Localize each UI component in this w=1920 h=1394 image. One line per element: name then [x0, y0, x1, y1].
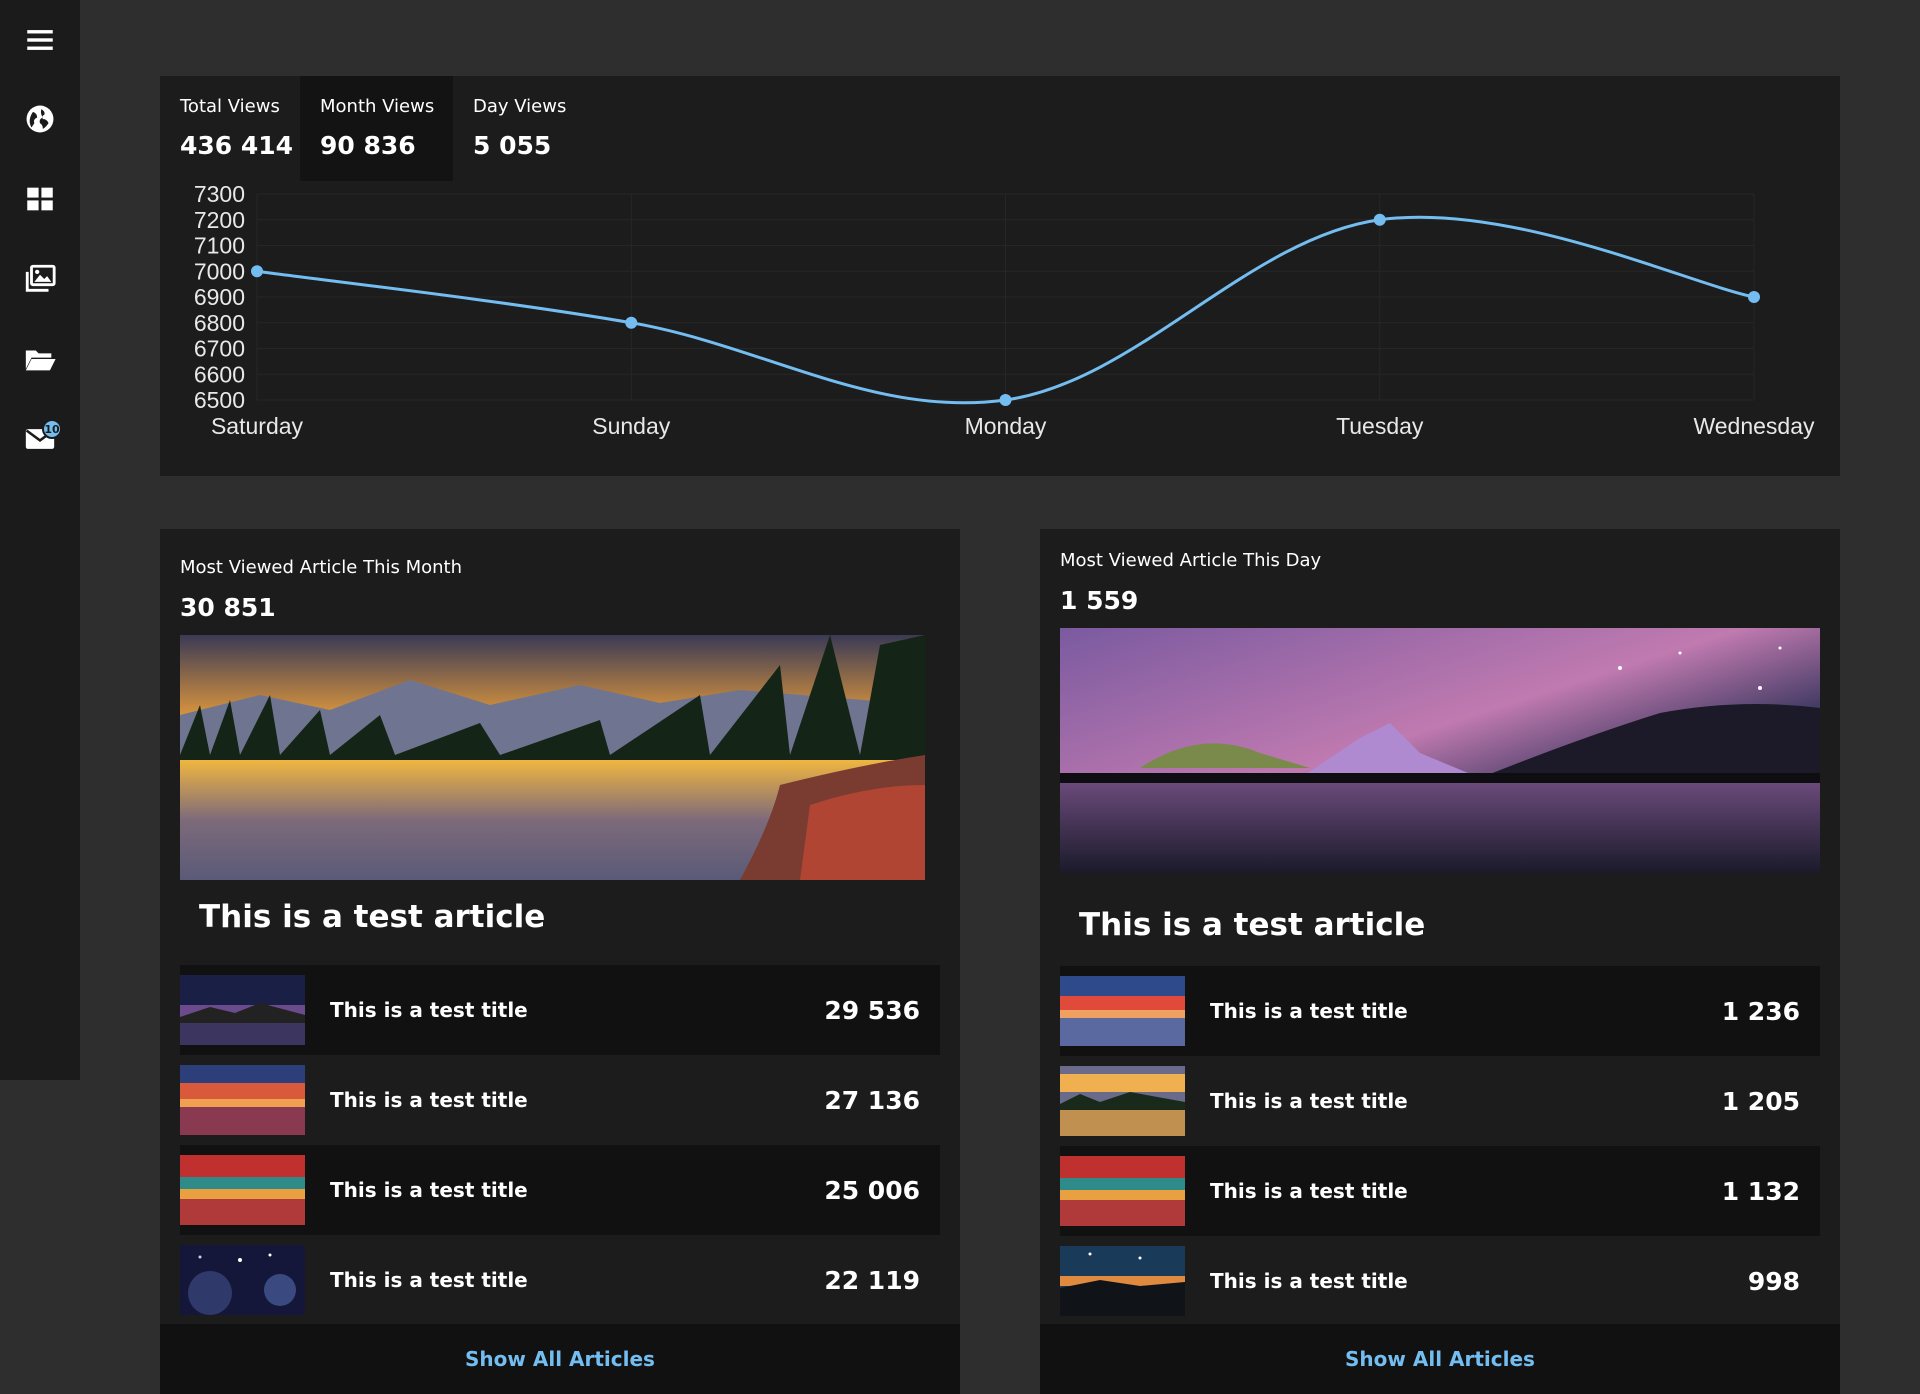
- y-tick-label: 7100: [194, 233, 245, 259]
- article-view-count: 27 136: [824, 1085, 920, 1115]
- mail-icon[interactable]: 10: [0, 409, 80, 469]
- card-title: Most Viewed Article This Month: [180, 557, 463, 578]
- article-row[interactable]: This is a test title 1 205: [1060, 1056, 1820, 1146]
- article-thumbnail: [1060, 1066, 1185, 1136]
- images-icon[interactable]: [0, 249, 80, 309]
- hero-image-lake-sunset[interactable]: [180, 635, 925, 880]
- article-row[interactable]: This is a test title 27 136: [180, 1055, 940, 1145]
- article-thumbnail: [1060, 976, 1185, 1046]
- article-title: This is a test title: [1210, 1179, 1408, 1203]
- article-view-count: 29 536: [824, 995, 920, 1025]
- y-tick-label: 7300: [194, 181, 245, 207]
- article-title: This is a test title: [330, 998, 528, 1022]
- article-view-count: 1 205: [1721, 1086, 1800, 1116]
- data-point: [1373, 213, 1386, 226]
- most-viewed-month-card: Most Viewed Article This Month 30 851 Th…: [160, 529, 960, 1394]
- article-row[interactable]: This is a test title 29 536: [180, 965, 940, 1055]
- y-tick-label: 6600: [194, 361, 245, 387]
- article-thumbnail: [180, 1065, 305, 1135]
- y-tick-label: 6900: [194, 284, 245, 310]
- dashboard-icon[interactable]: [0, 169, 80, 229]
- globe-icon[interactable]: [0, 89, 80, 149]
- hero-image-mountain-night[interactable]: [1060, 628, 1820, 873]
- card-title: Most Viewed Article This Day: [1060, 550, 1322, 571]
- data-point: [625, 316, 638, 329]
- data-point: [999, 394, 1012, 406]
- card-value: 30 851: [180, 593, 276, 622]
- article-view-count: 1 236: [1721, 996, 1800, 1026]
- y-tick-label: 7200: [194, 207, 245, 233]
- article-thumbnail: [180, 1155, 305, 1225]
- article-view-count: 998: [1747, 1266, 1800, 1296]
- x-tick-label: Monday: [965, 413, 1047, 439]
- y-tick-label: 7000: [194, 258, 245, 284]
- article-title: This is a test title: [1210, 1089, 1408, 1113]
- views-stats-panel: Total Views 436 414 Month Views 90 836 D…: [160, 76, 1840, 476]
- article-title: This is a test title: [330, 1268, 528, 1292]
- x-tick-label: Saturday: [211, 413, 304, 439]
- article-title: This is a test title: [1210, 999, 1408, 1023]
- article-view-count: 25 006: [824, 1175, 920, 1205]
- article-thumbnail: [1060, 1156, 1185, 1226]
- card-value: 1 559: [1060, 586, 1139, 615]
- article-thumbnail: [180, 975, 305, 1045]
- article-row[interactable]: This is a test title 1 132: [1060, 1146, 1820, 1236]
- article-view-count: 22 119: [824, 1265, 920, 1295]
- show-all-articles-button[interactable]: Show All Articles: [1040, 1324, 1840, 1394]
- y-tick-label: 6700: [194, 336, 245, 362]
- x-tick-label: Sunday: [592, 413, 671, 439]
- article-row[interactable]: This is a test title 22 119: [180, 1235, 940, 1325]
- show-all-articles-button[interactable]: Show All Articles: [160, 1324, 960, 1394]
- article-heading[interactable]: This is a test article: [1079, 907, 1425, 943]
- folder-open-icon[interactable]: [0, 329, 80, 389]
- article-thumbnail: [1060, 1246, 1185, 1316]
- article-heading[interactable]: This is a test article: [199, 899, 545, 935]
- data-point: [251, 265, 263, 278]
- article-title: This is a test title: [1210, 1269, 1408, 1293]
- data-point: [1748, 291, 1760, 303]
- article-row[interactable]: This is a test title 1 236: [1060, 966, 1820, 1056]
- mail-count-badge: 10: [42, 419, 62, 439]
- sidebar: 10: [0, 0, 80, 1080]
- article-view-count: 1 132: [1721, 1176, 1800, 1206]
- y-tick-label: 6500: [194, 387, 245, 413]
- article-thumbnail: [180, 1245, 305, 1315]
- article-title: This is a test title: [330, 1088, 528, 1112]
- most-viewed-day-card: Most Viewed Article This Day 1 559 This …: [1040, 529, 1840, 1394]
- menu-icon[interactable]: [0, 10, 80, 70]
- views-line-chart: 730072007100700069006800670066006500Satu…: [194, 181, 1815, 439]
- x-tick-label: Wednesday: [1693, 413, 1815, 439]
- x-tick-label: Tuesday: [1336, 413, 1424, 439]
- y-tick-label: 6800: [194, 310, 245, 336]
- article-row[interactable]: This is a test title 25 006: [180, 1145, 940, 1235]
- article-title: This is a test title: [330, 1178, 528, 1202]
- article-row[interactable]: This is a test title 998: [1060, 1236, 1820, 1326]
